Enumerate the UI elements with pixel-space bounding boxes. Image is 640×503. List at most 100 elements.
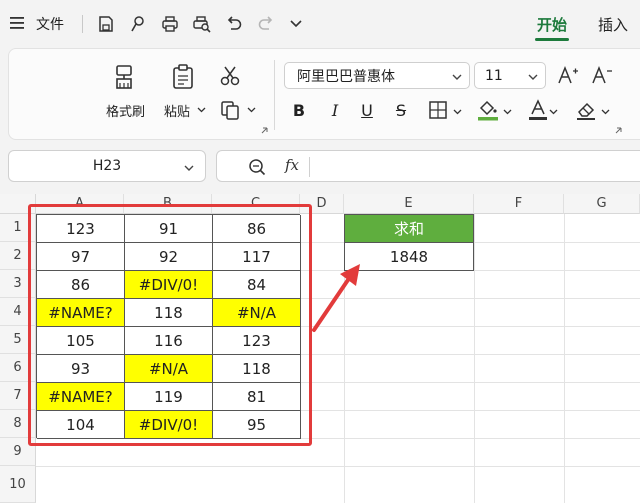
row-header-3[interactable]: 3	[0, 270, 36, 298]
file-menu[interactable]: 文件	[36, 14, 64, 34]
column-header-e[interactable]: E	[344, 194, 474, 214]
ribbon-divider	[274, 60, 275, 130]
font-color-chevron-icon[interactable]	[548, 106, 558, 116]
zoom-search-icon[interactable]	[247, 157, 267, 177]
print-icon[interactable]	[160, 14, 180, 34]
row-header-2[interactable]: 2	[0, 242, 36, 270]
name-box[interactable]: H23	[8, 150, 206, 182]
save-icon[interactable]	[96, 14, 116, 34]
column-header-g[interactable]: G	[564, 194, 640, 214]
table-cell[interactable]: 118	[125, 299, 213, 327]
row-header-5[interactable]: 5	[0, 326, 36, 354]
font-launcher-icon[interactable]	[614, 126, 622, 134]
increase-font-icon[interactable]	[556, 64, 580, 86]
borders-chevron-icon[interactable]	[452, 106, 462, 116]
gridline	[36, 466, 640, 467]
clear-format-icon[interactable]	[574, 98, 598, 122]
data-table: 123 91 86 97 92 117 86 #DIV/0! 84 #NAME? 118 #N/A 10…	[36, 214, 301, 439]
column-header-f[interactable]: F	[474, 194, 564, 214]
row-header-10[interactable]: 10	[0, 466, 36, 503]
formula-divider	[309, 157, 310, 177]
gridline	[474, 214, 475, 503]
table-cell[interactable]: 86	[213, 215, 301, 243]
table-cell[interactable]: 95	[213, 411, 301, 439]
fill-chevron-icon[interactable]	[502, 106, 512, 116]
print-preview-icon[interactable]	[192, 14, 212, 34]
paste-icon[interactable]	[168, 62, 198, 92]
copy-chevron-icon[interactable]	[246, 104, 256, 114]
column-header-a[interactable]: A	[36, 194, 124, 214]
chevron-down-icon	[528, 74, 538, 80]
tab-home[interactable]: 开始	[537, 14, 567, 35]
column-header-c[interactable]: C	[212, 194, 300, 214]
table-cell[interactable]: #DIV/0!	[125, 411, 213, 439]
decrease-font-icon[interactable]	[590, 64, 614, 86]
formula-bar[interactable]: fx	[216, 150, 640, 182]
row-header-4[interactable]: 4	[0, 298, 36, 326]
sum-header-cell[interactable]: 求和	[344, 214, 474, 243]
paste-chevron-icon[interactable]	[196, 104, 206, 114]
column-header-d[interactable]: D	[300, 194, 344, 214]
font-name-select[interactable]: 阿里巴巴普惠体	[284, 62, 470, 89]
format-brush-icon[interactable]	[128, 14, 148, 34]
arrow-annotation-icon	[312, 264, 360, 332]
row-header-7[interactable]: 7	[0, 382, 36, 410]
row-header-9[interactable]: 9	[0, 438, 36, 466]
chevron-down-icon[interactable]	[288, 16, 304, 32]
table-cell[interactable]: 116	[125, 327, 213, 355]
bold-button[interactable]: B	[290, 100, 308, 120]
select-all-corner[interactable]	[0, 194, 36, 214]
font-name-value: 阿里巴巴普惠体	[297, 68, 395, 85]
table-cell[interactable]: 104	[37, 411, 125, 439]
table-cell[interactable]: 92	[125, 243, 213, 271]
table-cell[interactable]: 123	[213, 327, 301, 355]
table-cell[interactable]: 84	[213, 271, 301, 299]
font-size-select[interactable]: 11	[474, 62, 546, 89]
redo-icon[interactable]	[256, 14, 276, 34]
toolbar-divider	[82, 15, 83, 33]
table-cell[interactable]: #N/A	[125, 355, 213, 383]
underline-button[interactable]: U	[358, 100, 376, 120]
table-cell[interactable]: 105	[37, 327, 125, 355]
format-painter-icon[interactable]	[110, 62, 140, 92]
gridline	[564, 214, 565, 503]
clear-chevron-icon[interactable]	[600, 106, 610, 116]
table-cell[interactable]: 81	[213, 383, 301, 411]
column-header-b[interactable]: B	[124, 194, 212, 214]
table-cell[interactable]: 117	[213, 243, 301, 271]
insert-function-button[interactable]: fx	[285, 156, 299, 174]
font-color-icon[interactable]	[526, 98, 550, 122]
chevron-down-icon	[184, 165, 194, 171]
table-cell[interactable]: 93	[37, 355, 125, 383]
name-box-value: H23	[92, 158, 122, 174]
table-cell[interactable]: #NAME?	[37, 299, 125, 327]
row-header-1[interactable]: 1	[0, 214, 36, 242]
table-cell[interactable]: 119	[125, 383, 213, 411]
tab-insert[interactable]: 插入	[598, 14, 628, 35]
menu-icon[interactable]	[10, 16, 24, 30]
chevron-down-icon	[452, 74, 462, 80]
worksheet-grid[interactable]: A B C D E F G 1 2 3 4 5 6 7 8 9 10 123 91…	[0, 194, 640, 503]
table-cell[interactable]: #DIV/0!	[125, 271, 213, 299]
paste-label[interactable]: 粘贴	[164, 101, 190, 120]
borders-icon[interactable]	[428, 100, 448, 120]
clipboard-launcher-icon[interactable]	[260, 126, 268, 134]
copy-icon[interactable]	[218, 98, 242, 122]
table-cell[interactable]: 91	[125, 215, 213, 243]
table-cell[interactable]: 118	[213, 355, 301, 383]
undo-icon[interactable]	[224, 14, 244, 34]
strikethrough-button[interactable]: S	[392, 100, 410, 120]
table-cell[interactable]: 86	[37, 271, 125, 299]
format-painter-label[interactable]: 格式刷	[106, 101, 145, 120]
cut-icon[interactable]	[218, 64, 242, 88]
table-cell[interactable]: 123	[37, 215, 125, 243]
fill-color-icon[interactable]	[476, 98, 500, 122]
row-header-6[interactable]: 6	[0, 354, 36, 382]
row-header-8[interactable]: 8	[0, 410, 36, 438]
table-cell[interactable]: #NAME?	[37, 383, 125, 411]
italic-button[interactable]: I	[326, 100, 344, 120]
table-cell[interactable]: #N/A	[213, 299, 301, 327]
active-tab-indicator	[535, 38, 569, 41]
font-size-value: 11	[485, 67, 503, 84]
table-cell[interactable]: 97	[37, 243, 125, 271]
